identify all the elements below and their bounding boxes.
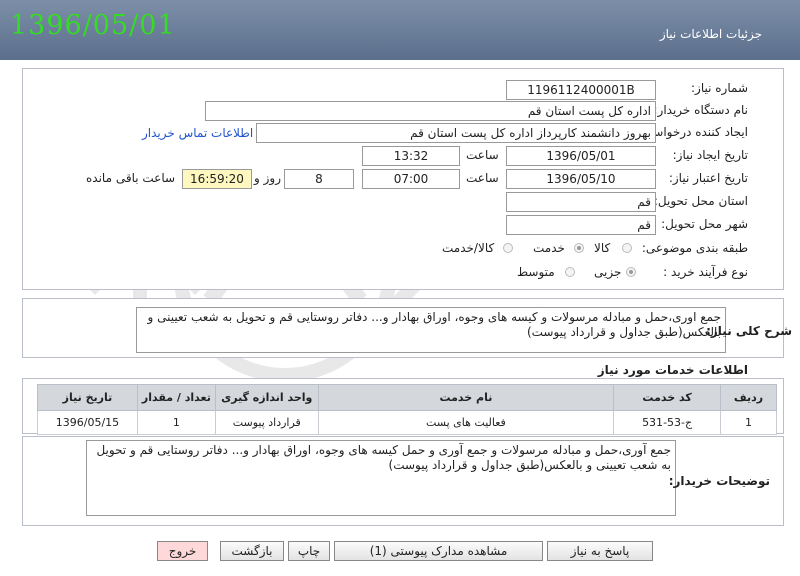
table-row: 1396/05/15 1 قرارداد پیوست فعالیت های پس… <box>37 410 777 435</box>
cell-service-name: فعالیت های پست <box>317 410 615 435</box>
city-label: شهر محل تحویل: <box>661 217 748 231</box>
col-date: تاریخ نیاز <box>37 384 138 411</box>
category-radio-goods[interactable] <box>622 243 632 253</box>
col-service-code: کد خدمت <box>613 384 722 411</box>
announce-time-field: 13:32 <box>362 146 460 166</box>
col-unit: واحد اندازه گیری <box>214 384 319 411</box>
deadline-time-field: 07:00 <box>362 169 460 189</box>
category-option-service: خدمت <box>533 241 565 255</box>
announce-time-label: ساعت <box>466 148 499 162</box>
header-bar: 1396/05/01 جزئیات اطلاعات نیاز <box>0 0 800 60</box>
back-button[interactable]: بازگشت <box>220 541 284 561</box>
category-label: طبقه بندی موضوعی: <box>641 241 748 255</box>
reply-to-need-button[interactable]: پاسخ به نیاز <box>547 541 653 561</box>
province-label: استان محل تحویل: <box>653 194 748 208</box>
remaining-time-label: ساعت باقی مانده <box>86 171 176 185</box>
buyer-notes-text: جمع آوری،حمل و مبادله مرسولات و جمع آوری… <box>86 440 676 516</box>
process-radio-medium[interactable] <box>565 267 575 277</box>
services-table: تاریخ نیاز تعداد / مقدار واحد اندازه گیر… <box>37 384 777 435</box>
category-option-goods-service: کالا/خدمت <box>442 241 495 255</box>
page-title: جزئیات اطلاعات نیاز <box>659 27 762 41</box>
deadline-time-label: ساعت <box>466 171 499 185</box>
process-option-medium: متوسط <box>517 265 555 279</box>
print-button[interactable]: چاپ <box>288 541 330 561</box>
cell-qty: 1 <box>136 410 216 435</box>
cell-unit: قرارداد پیوست <box>214 410 319 435</box>
need-number-label: شماره نیاز: <box>691 81 748 95</box>
remaining-days-field: 8 <box>284 169 354 189</box>
cell-row: 1 <box>720 410 777 435</box>
process-type-label: نوع فرآیند خرید : <box>663 265 748 279</box>
category-radio-goods-service[interactable] <box>503 243 513 253</box>
category-radio-service[interactable] <box>574 243 584 253</box>
category-option-goods: کالا <box>594 241 611 255</box>
services-header-row: تاریخ نیاز تعداد / مقدار واحد اندازه گیر… <box>37 384 777 411</box>
col-service-name: نام خدمت <box>317 384 615 411</box>
announce-date-field: 1396/05/01 <box>506 146 656 166</box>
need-number-field: 1196112400001B <box>506 80 656 100</box>
remaining-days-label: روز و <box>254 171 281 185</box>
view-attachments-button[interactable]: مشاهده مدارک پیوستی (1) <box>334 541 543 561</box>
col-qty: تعداد / مقدار <box>136 384 216 411</box>
cell-date: 1396/05/15 <box>37 410 138 435</box>
city-field: قم <box>506 215 656 235</box>
deadline-date-field: 1396/05/10 <box>506 169 656 189</box>
requester-field: بهروز دانشمند کارپرداز اداره کل پست استا… <box>256 123 656 143</box>
buyer-notes-label: توضیحات خریدار: <box>668 474 770 488</box>
cell-service-code: ج-53-531 <box>613 410 722 435</box>
description-label: شرح کلی نیاز: <box>706 324 792 338</box>
services-title: اطلاعات خدمات مورد نیاز <box>597 363 748 377</box>
buyer-org-field: اداره کل پست استان قم <box>205 101 656 121</box>
description-text: جمع اوری،حمل و مبادله مرسولات و کیسه های… <box>136 307 726 353</box>
header-date: 1396/05/01 <box>10 10 176 41</box>
process-option-minor: جزیی <box>594 265 622 279</box>
col-row: ردیف <box>720 384 777 411</box>
buyer-contact-link[interactable]: اطلاعات تماس خریدار <box>142 126 253 140</box>
announce-date-label: تاریخ ایجاد نیاز: <box>672 148 748 162</box>
province-field: قم <box>506 192 656 212</box>
buyer-org-label: نام دستگاه خریدار: <box>653 103 749 117</box>
exit-button[interactable]: خروج <box>157 541 208 561</box>
deadline-date-label: تاریخ اعتبار نیاز: <box>668 171 748 185</box>
process-radio-minor[interactable] <box>626 267 636 277</box>
remaining-time-field: 16:59:20 <box>182 169 252 189</box>
